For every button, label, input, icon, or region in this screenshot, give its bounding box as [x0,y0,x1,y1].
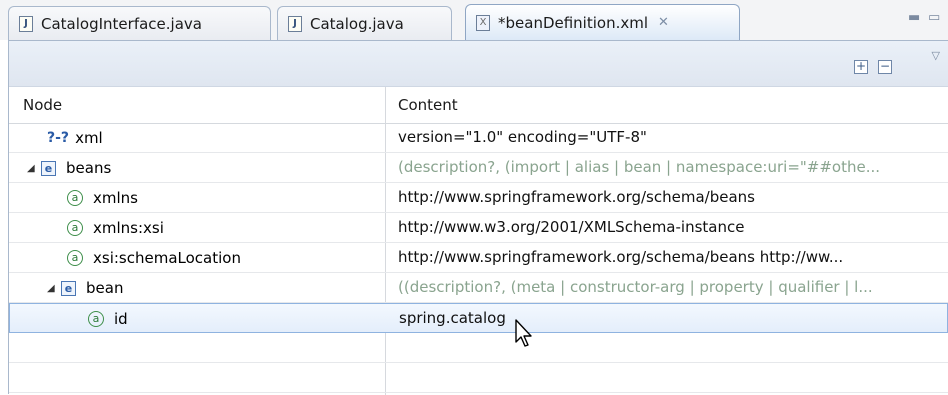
node-name: beans [66,158,112,177]
tab-catalog-interface[interactable]: J CatalogInterface.java [8,6,271,40]
view-menu-icon[interactable]: ▽ [932,49,940,62]
collapse-all-icon[interactable]: − [878,60,892,74]
editor-toolbar: + − ▽ [9,41,948,87]
tab-bean-definition[interactable]: X *beanDefinition.xml ✕ [465,4,740,40]
table-row[interactable]: ◢ e bean ((description?, (meta | constru… [9,273,948,303]
node-name: bean [86,278,124,297]
attribute-icon: a [67,190,83,206]
attribute-icon: a [67,220,83,236]
table-row[interactable]: a xmlns http://www.springframework.org/s… [9,183,948,213]
empty-row [9,333,948,363]
expand-all-icon[interactable]: + [854,60,868,74]
element-icon: e [61,280,76,296]
node-content[interactable]: (description?, (import | alias | bean | … [398,153,943,183]
tab-label: CatalogInterface.java [41,14,202,33]
node-name: xml [75,128,103,147]
node-content[interactable]: http://www.springframework.org/schema/be… [398,183,943,213]
xml-design-editor: + − ▽ Node Content ?-? xml version="1.0"… [8,40,948,395]
java-file-icon: J [288,15,302,32]
node-name: id [114,309,128,328]
table-row[interactable]: a xmlns:xsi http://www.w3.org/2001/XMLSc… [9,213,948,243]
tab-label: *beanDefinition.xml [498,13,649,32]
node-name: xmlns [93,188,138,207]
table-row[interactable]: ◢ e beans (description?, (import | alias… [9,153,948,183]
processing-instruction-icon: ?-? [47,129,70,146]
close-icon[interactable]: ✕ [658,15,669,30]
java-file-icon: J [19,15,33,32]
empty-row [9,363,948,393]
minimize-icon[interactable]: ▬ [908,10,920,25]
element-icon: e [41,160,56,176]
tab-label: Catalog.java [310,14,404,33]
mouse-cursor-icon [515,319,532,347]
node-content-editing[interactable]: spring.catalog [399,304,944,334]
maximize-icon[interactable]: ▭ [928,10,940,25]
node-content[interactable]: http://www.springframework.org/schema/be… [398,243,943,273]
collapse-arrow-icon[interactable]: ◢ [47,274,61,303]
node-name: xsi:schemaLocation [93,248,241,267]
node-content[interactable]: version="1.0" encoding="UTF-8" [398,123,943,153]
column-header-node[interactable]: Node [23,87,62,123]
editor-tab-bar: J CatalogInterface.java J Catalog.java X… [0,0,948,40]
node-name: xmlns:xsi [93,218,164,237]
table-header: Node Content [9,87,948,124]
attribute-icon: a [67,250,83,266]
node-content[interactable]: ((description?, (meta | constructor-arg … [398,273,943,303]
table-row[interactable]: ?-? xml version="1.0" encoding="UTF-8" [9,123,948,153]
xml-file-icon: X [476,14,490,31]
table-row[interactable]: a xsi:schemaLocation http://www.springfr… [9,243,948,273]
table-row-selected[interactable]: a id spring.catalog [9,303,948,333]
tab-catalog[interactable]: J Catalog.java [277,6,452,40]
collapse-arrow-icon[interactable]: ◢ [27,154,41,183]
node-content[interactable]: http://www.w3.org/2001/XMLSchema-instanc… [398,213,943,243]
column-header-content[interactable]: Content [398,87,458,123]
attribute-icon: a [88,311,104,327]
